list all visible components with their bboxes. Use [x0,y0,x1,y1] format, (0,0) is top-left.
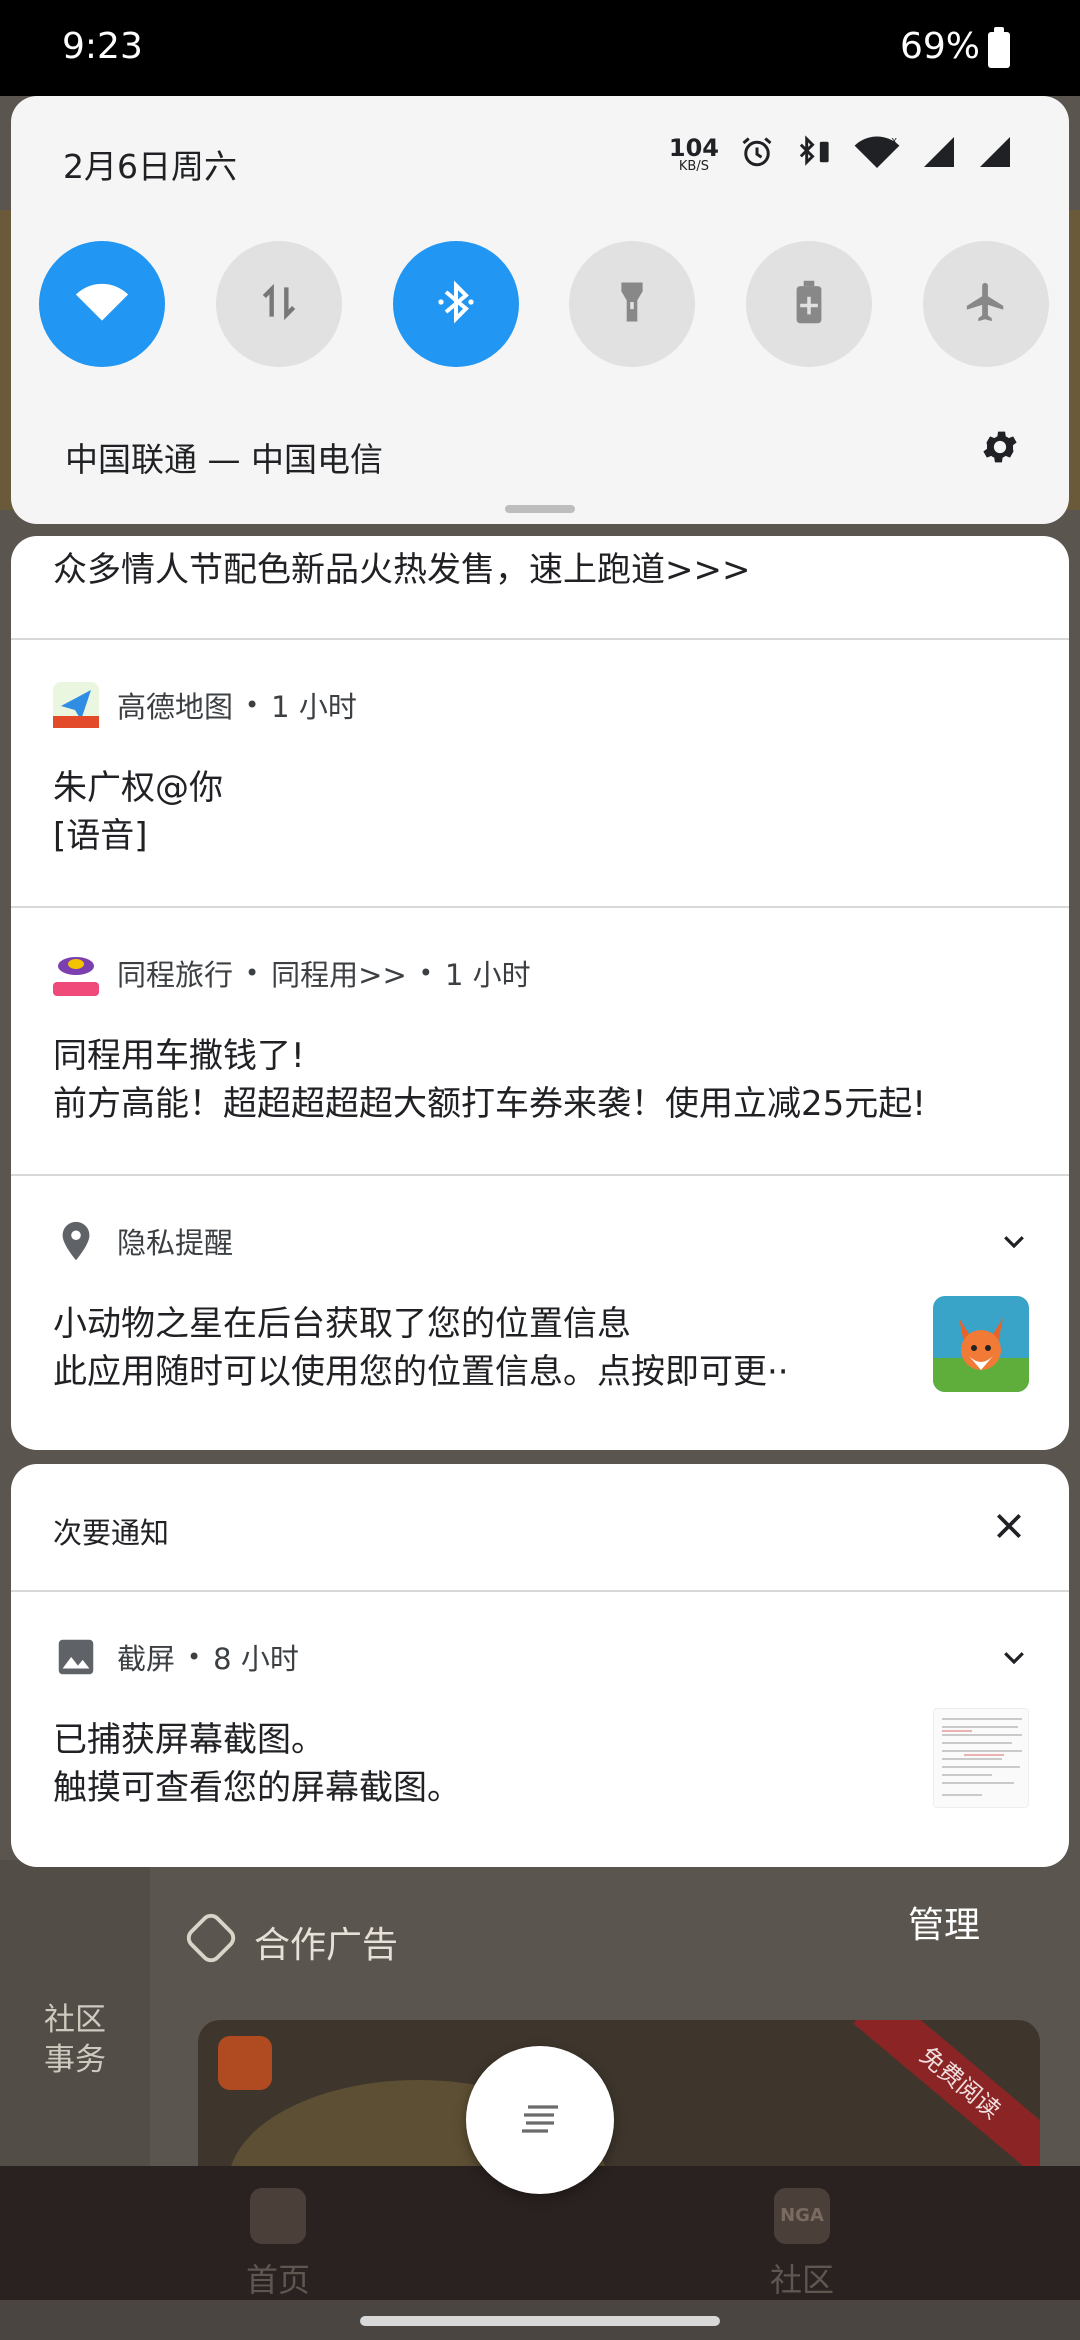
side-label-community-affairs[interactable]: 社区事务 [30,2000,120,2080]
close-icon[interactable] [993,1510,1025,1546]
notification-channel: 同程用>> [271,958,407,992]
notification-header: 截屏 • 8 小时 [53,1634,299,1680]
notification-group: 众多情人节配色新品火热发售，速上跑道>>> 高德地图 • 1 小时 朱广权@你 … [11,536,1069,1450]
network-speed: 104 KB/S [669,136,719,173]
app-name: 截屏 [117,1642,176,1676]
nav-community[interactable]: 社区 [770,2255,834,2301]
date-label[interactable]: 2月6日周六 [63,140,237,188]
nga-logo-icon[interactable]: NGA [774,2188,830,2244]
secondary-header: 次要通知 [53,1516,170,1550]
bluetooth-icon [436,278,476,330]
quick-tiles [39,241,1049,367]
notification-title: 同程用车撒钱了! [53,1036,305,1076]
app-name: 隐私提醒 [117,1226,234,1260]
notification-title: 小动物之星在后台获取了您的位置信息 [53,1304,631,1344]
bluetooth-tile[interactable] [392,241,519,367]
chevron-down-icon[interactable] [999,1642,1029,1676]
signal-icon-sim2 [977,134,1013,174]
fox-app-icon [933,1296,1029,1392]
status-bar: 9:23 69% [0,0,1080,96]
notification-time: 8 小时 [213,1642,299,1676]
notification-header: 隐私提醒 [53,1218,233,1264]
notification-body: 前方高能！超超超超超大额打车券来袭！使用立减25元起! [53,1084,926,1124]
home-gesture-bar[interactable] [360,2316,720,2326]
wifi-icon [74,280,130,328]
data-transfer-icon [257,280,301,328]
ad-section-icon [182,1909,240,1967]
tongcheng-app-icon [53,950,99,996]
location-pin-icon [53,1218,99,1264]
ad-card-logo [218,2036,272,2090]
panel-drag-handle[interactable] [505,505,575,513]
app-name: 同程旅行 [117,958,234,992]
notification-time: 1 小时 [444,958,531,992]
network-speed-value: 104 [668,133,719,162]
nav-home[interactable]: 首页 [246,2255,310,2301]
notification-body: 触摸可查看您的屏幕截图。 [53,1768,461,1808]
alarm-icon [739,134,775,174]
battery-percent: 69% [900,26,981,67]
amap-app-icon [53,682,99,728]
wifi-tile[interactable] [39,241,165,367]
status-icons: 104 KB/S x [669,134,1013,174]
airplane-icon [963,279,1009,329]
network-speed-unit: KB/S [678,158,709,174]
divider [11,906,1069,908]
home-icon[interactable] [250,2188,306,2244]
app-name: 高德地图 [117,690,234,724]
battery-saver-icon [794,279,824,329]
notification-header: 同程旅行 • 同程用>> • 1 小时 [53,950,531,996]
free-read-badge: 免费阅读 [853,2020,1040,2178]
notification-body: 此应用随时可以使用您的位置信息。点按即可更·· [53,1352,789,1392]
notification-header: 高德地图 • 1 小时 [53,682,357,728]
notification-title: 已捕获屏幕截图。 [53,1720,325,1760]
mobile-data-tile[interactable] [215,241,342,367]
status-time: 9:23 [62,26,143,67]
notification-title: 朱广权@你 [53,768,223,808]
battery-icon [988,27,1010,68]
quick-settings-panel: 2月6日周六 104 KB/S x 中国联通 — 中国电信 [11,96,1069,524]
divider [11,1174,1069,1176]
divider [11,1590,1069,1592]
bluetooth-battery-icon [795,134,833,174]
screenshot-thumbnail [933,1708,1029,1808]
wifi-status-icon: x [853,134,901,174]
airplane-mode-tile[interactable] [922,241,1049,367]
ad-section-title: 合作广告 [254,1925,399,1966]
secondary-notification-group: 次要通知 截屏 • 8 小时 已捕获屏幕截图。 触摸可查看您的屏幕截图。 [11,1464,1069,1867]
partial-notification-text[interactable]: 众多情人节配色新品火热发售，速上跑道>>> [53,542,750,591]
menu-lines-icon [516,2101,564,2139]
settings-gear-icon[interactable] [979,426,1021,472]
notification-body: [语音] [53,816,148,856]
carrier-label: 中国联通 — 中国电信 [65,440,383,479]
divider [11,638,1069,640]
flashlight-icon [617,279,647,329]
image-icon [53,1634,99,1680]
signal-icon-sim1 [921,134,957,174]
manage-button[interactable]: 管理 [908,1896,980,1948]
flashlight-tile[interactable] [569,241,696,367]
battery-saver-tile[interactable] [746,241,873,367]
chevron-down-icon[interactable] [999,1226,1029,1260]
notification-time: 1 小时 [271,690,357,724]
notification-manage-fab[interactable] [466,2046,614,2194]
svg-text:x: x [891,135,897,147]
